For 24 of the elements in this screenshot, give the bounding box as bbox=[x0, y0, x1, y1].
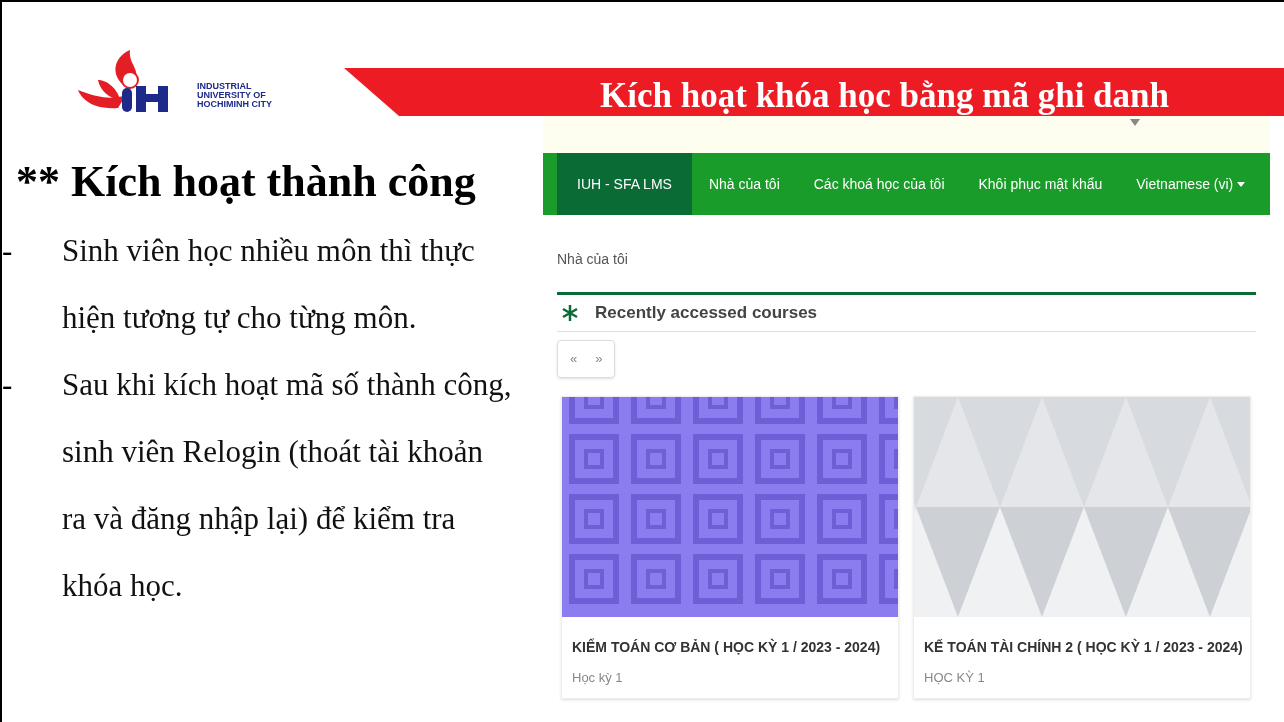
course-term: Học kỳ 1 bbox=[571, 669, 624, 687]
pager-button[interactable]: « bbox=[570, 349, 578, 369]
bullet-text: Sau khi kích hoạt mã số thành công, sinh viên Relogin (thoát tài khoản ra và đăng nhập lại) để kiểm tra khóa học. bbox=[62, 366, 513, 605]
nav-link[interactable]: Nhà của tôi bbox=[691, 153, 797, 215]
nav-link[interactable]: Các khoá học của tôi bbox=[796, 153, 962, 215]
section-title: Recently accessed courses bbox=[595, 302, 818, 325]
course-title[interactable]: KẾ TOÁN TÀI CHÍNH 2 ( HỌC KỲ 1 / 2023 - 2024) bbox=[914, 637, 1250, 658]
pager-button[interactable]: » bbox=[595, 349, 603, 369]
nav-link[interactable]: Vietnamese (vi) bbox=[1119, 153, 1263, 215]
asterisk-icon bbox=[561, 304, 579, 322]
nav-link[interactable]: Khôi phục mật khẩu bbox=[961, 153, 1120, 215]
course-card[interactable]: KIỂM TOÁN CƠ BẢN ( HỌC KỲ 1 / 2023 - 2024) Học kỳ 1 bbox=[561, 396, 899, 699]
university-name: INDUSTRIAL UNIVERSITY OF HOCHIMINH CITY bbox=[197, 81, 272, 109]
course-card[interactable]: KẾ TOÁN TÀI CHÍNH 2 ( HỌC KỲ 1 / 2023 - 2024) HỌC KỲ 1 bbox=[913, 396, 1251, 699]
breadcrumb-link[interactable]: Nhà của tôi bbox=[557, 249, 628, 270]
slide-title: Kích hoạt khóa học bằng mã ghi danh bbox=[600, 76, 1169, 116]
slide-heading: ** Kích hoạt thành công bbox=[16, 156, 477, 208]
course-term: HỌC KỲ 1 bbox=[923, 669, 986, 687]
caret-icon bbox=[1130, 119, 1140, 127]
bullet-dash: - bbox=[2, 366, 14, 404]
bullet-text: Sinh viên học nhiều môn thì thực hiện tương tự cho từng môn. bbox=[62, 232, 476, 337]
course-title[interactable]: KIỂM TOÁN CƠ BẢN ( HỌC KỲ 1 / 2023 - 2024) bbox=[562, 637, 898, 658]
bullet-dash: - bbox=[2, 232, 14, 270]
nav-link[interactable]: IUH - SFA LMS bbox=[557, 153, 692, 215]
